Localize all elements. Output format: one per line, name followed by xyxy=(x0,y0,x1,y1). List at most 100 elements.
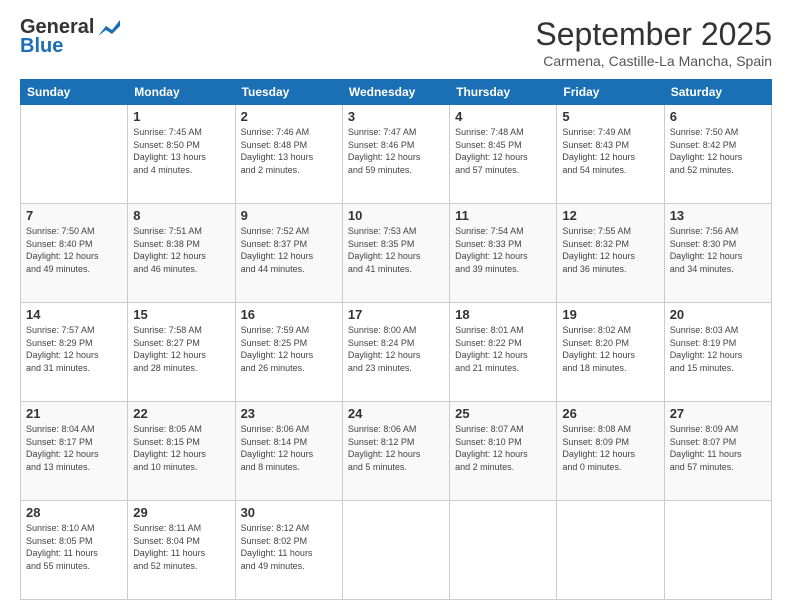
day-info: Sunrise: 7:57 AMSunset: 8:29 PMDaylight:… xyxy=(26,324,122,374)
location-subtitle: Carmena, Castille-La Mancha, Spain xyxy=(535,53,772,69)
table-row: 17 Sunrise: 8:00 AMSunset: 8:24 PMDayligh… xyxy=(342,303,449,402)
day-number: 24 xyxy=(348,406,444,421)
day-number: 23 xyxy=(241,406,337,421)
table-row: 18 Sunrise: 8:01 AMSunset: 8:22 PMDayligh… xyxy=(450,303,557,402)
table-row: 2Sunrise: 7:46 AMSunset: 8:48 PMDaylight… xyxy=(235,105,342,204)
day-number: 8 xyxy=(133,208,229,223)
day-info: Sunrise: 8:02 AMSunset: 8:20 PMDaylight:… xyxy=(562,324,658,374)
day-info: Sunrise: 8:05 AMSunset: 8:15 PMDaylight:… xyxy=(133,423,229,473)
col-saturday: Saturday xyxy=(664,80,771,105)
table-row: 28Sunrise: 8:10 AMSunset: 8:05 PMDayligh… xyxy=(21,501,128,600)
table-row: 27 Sunrise: 8:09 AMSunset: 8:07 PMDayligh… xyxy=(664,402,771,501)
day-number: 26 xyxy=(562,406,658,421)
col-thursday: Thursday xyxy=(450,80,557,105)
day-info: Sunrise: 7:51 AMSunset: 8:38 PMDaylight:… xyxy=(133,225,229,275)
day-info: Sunrise: 8:10 AMSunset: 8:05 PMDaylight:… xyxy=(26,522,122,572)
day-number: 2 xyxy=(241,109,337,124)
table-row xyxy=(450,501,557,600)
day-number: 3 xyxy=(348,109,444,124)
table-row: 21 Sunrise: 8:04 AMSunset: 8:17 PMDayligh… xyxy=(21,402,128,501)
table-row: 10 Sunrise: 7:53 AMSunset: 8:35 PMDayligh… xyxy=(342,204,449,303)
day-number: 14 xyxy=(26,307,122,322)
col-wednesday: Wednesday xyxy=(342,80,449,105)
logo: General Blue xyxy=(20,16,120,58)
day-info: Sunrise: 8:04 AMSunset: 8:17 PMDaylight:… xyxy=(26,423,122,473)
table-row: 5 Sunrise: 7:49 AMSunset: 8:43 PMDaylight… xyxy=(557,105,664,204)
day-info: Sunrise: 7:45 AMSunset: 8:50 PMDaylight:… xyxy=(133,126,229,176)
table-row: 11Sunrise: 7:54 AMSunset: 8:33 PMDayligh… xyxy=(450,204,557,303)
logo-bird-icon xyxy=(98,20,120,36)
table-row: 29Sunrise: 8:11 AMSunset: 8:04 PMDayligh… xyxy=(128,501,235,600)
table-row: 24 Sunrise: 8:06 AMSunset: 8:12 PMDayligh… xyxy=(342,402,449,501)
day-info: Sunrise: 8:07 AMSunset: 8:10 PMDaylight:… xyxy=(455,423,551,473)
day-info: Sunrise: 7:59 AMSunset: 8:25 PMDaylight:… xyxy=(241,324,337,374)
day-info: Sunrise: 8:11 AMSunset: 8:04 PMDaylight:… xyxy=(133,522,229,572)
day-number: 9 xyxy=(241,208,337,223)
day-info: Sunrise: 7:50 AMSunset: 8:40 PMDaylight:… xyxy=(26,225,122,275)
table-row: 20Sunrise: 8:03 AMSunset: 8:19 PMDayligh… xyxy=(664,303,771,402)
table-row: 23 Sunrise: 8:06 AMSunset: 8:14 PMDayligh… xyxy=(235,402,342,501)
day-number: 13 xyxy=(670,208,766,223)
table-row: 19 Sunrise: 8:02 AMSunset: 8:20 PMDayligh… xyxy=(557,303,664,402)
day-number: 25 xyxy=(455,406,551,421)
day-number: 19 xyxy=(562,307,658,322)
table-row: 26 Sunrise: 8:08 AMSunset: 8:09 PMDayligh… xyxy=(557,402,664,501)
day-info: Sunrise: 8:00 AMSunset: 8:24 PMDaylight:… xyxy=(348,324,444,374)
day-info: Sunrise: 7:58 AMSunset: 8:27 PMDaylight:… xyxy=(133,324,229,374)
day-info: Sunrise: 8:09 AMSunset: 8:07 PMDaylight:… xyxy=(670,423,766,473)
table-row: 9 Sunrise: 7:52 AMSunset: 8:37 PMDaylight… xyxy=(235,204,342,303)
day-info: Sunrise: 8:03 AMSunset: 8:19 PMDaylight:… xyxy=(670,324,766,374)
day-number: 5 xyxy=(562,109,658,124)
col-sunday: Sunday xyxy=(21,80,128,105)
title-block: September 2025 Carmena, Castille-La Manc… xyxy=(535,16,772,69)
calendar-body: 1 Sunrise: 7:45 AMSunset: 8:50 PMDaylight… xyxy=(21,105,772,600)
day-info: Sunrise: 8:08 AMSunset: 8:09 PMDaylight:… xyxy=(562,423,658,473)
day-number: 10 xyxy=(348,208,444,223)
day-number: 6 xyxy=(670,109,766,124)
table-row: 14 Sunrise: 7:57 AMSunset: 8:29 PMDayligh… xyxy=(21,303,128,402)
day-number: 12 xyxy=(562,208,658,223)
day-info: Sunrise: 7:49 AMSunset: 8:43 PMDaylight:… xyxy=(562,126,658,176)
table-row xyxy=(21,105,128,204)
table-row: 13 Sunrise: 7:56 AMSunset: 8:30 PMDayligh… xyxy=(664,204,771,303)
day-number: 16 xyxy=(241,307,337,322)
table-row: 3Sunrise: 7:47 AMSunset: 8:46 PMDaylight… xyxy=(342,105,449,204)
day-number: 18 xyxy=(455,307,551,322)
month-title: September 2025 xyxy=(535,16,772,53)
day-info: Sunrise: 7:55 AMSunset: 8:32 PMDaylight:… xyxy=(562,225,658,275)
day-number: 27 xyxy=(670,406,766,421)
day-info: Sunrise: 7:50 AMSunset: 8:42 PMDaylight:… xyxy=(670,126,766,176)
col-tuesday: Tuesday xyxy=(235,80,342,105)
table-row: 8 Sunrise: 7:51 AMSunset: 8:38 PMDaylight… xyxy=(128,204,235,303)
day-number: 17 xyxy=(348,307,444,322)
day-info: Sunrise: 8:06 AMSunset: 8:14 PMDaylight:… xyxy=(241,423,337,473)
table-row: 6 Sunrise: 7:50 AMSunset: 8:42 PMDaylight… xyxy=(664,105,771,204)
day-info: Sunrise: 8:01 AMSunset: 8:22 PMDaylight:… xyxy=(455,324,551,374)
table-row xyxy=(557,501,664,600)
day-info: Sunrise: 8:06 AMSunset: 8:12 PMDaylight:… xyxy=(348,423,444,473)
logo-blue-text: Blue xyxy=(20,35,63,58)
day-number: 15 xyxy=(133,307,229,322)
table-row: 25 Sunrise: 8:07 AMSunset: 8:10 PMDayligh… xyxy=(450,402,557,501)
table-row: 1 Sunrise: 7:45 AMSunset: 8:50 PMDaylight… xyxy=(128,105,235,204)
day-number: 4 xyxy=(455,109,551,124)
col-monday: Monday xyxy=(128,80,235,105)
day-info: Sunrise: 7:52 AMSunset: 8:37 PMDaylight:… xyxy=(241,225,337,275)
day-number: 1 xyxy=(133,109,229,124)
table-row: 15 Sunrise: 7:58 AMSunset: 8:27 PMDayligh… xyxy=(128,303,235,402)
header: General Blue September 2025 Carmena, Cas… xyxy=(20,16,772,69)
day-number: 7 xyxy=(26,208,122,223)
calendar-table: Sunday Monday Tuesday Wednesday Thursday… xyxy=(20,79,772,600)
day-info: Sunrise: 7:53 AMSunset: 8:35 PMDaylight:… xyxy=(348,225,444,275)
table-row xyxy=(664,501,771,600)
table-row: 30 Sunrise: 8:12 AMSunset: 8:02 PMDayligh… xyxy=(235,501,342,600)
page: General Blue September 2025 Carmena, Cas… xyxy=(0,0,792,612)
day-info: Sunrise: 7:48 AMSunset: 8:45 PMDaylight:… xyxy=(455,126,551,176)
table-row xyxy=(342,501,449,600)
day-info: Sunrise: 7:56 AMSunset: 8:30 PMDaylight:… xyxy=(670,225,766,275)
day-number: 30 xyxy=(241,505,337,520)
day-info: Sunrise: 8:12 AMSunset: 8:02 PMDaylight:… xyxy=(241,522,337,572)
day-number: 11 xyxy=(455,208,551,223)
table-row: 12 Sunrise: 7:55 AMSunset: 8:32 PMDayligh… xyxy=(557,204,664,303)
day-number: 21 xyxy=(26,406,122,421)
